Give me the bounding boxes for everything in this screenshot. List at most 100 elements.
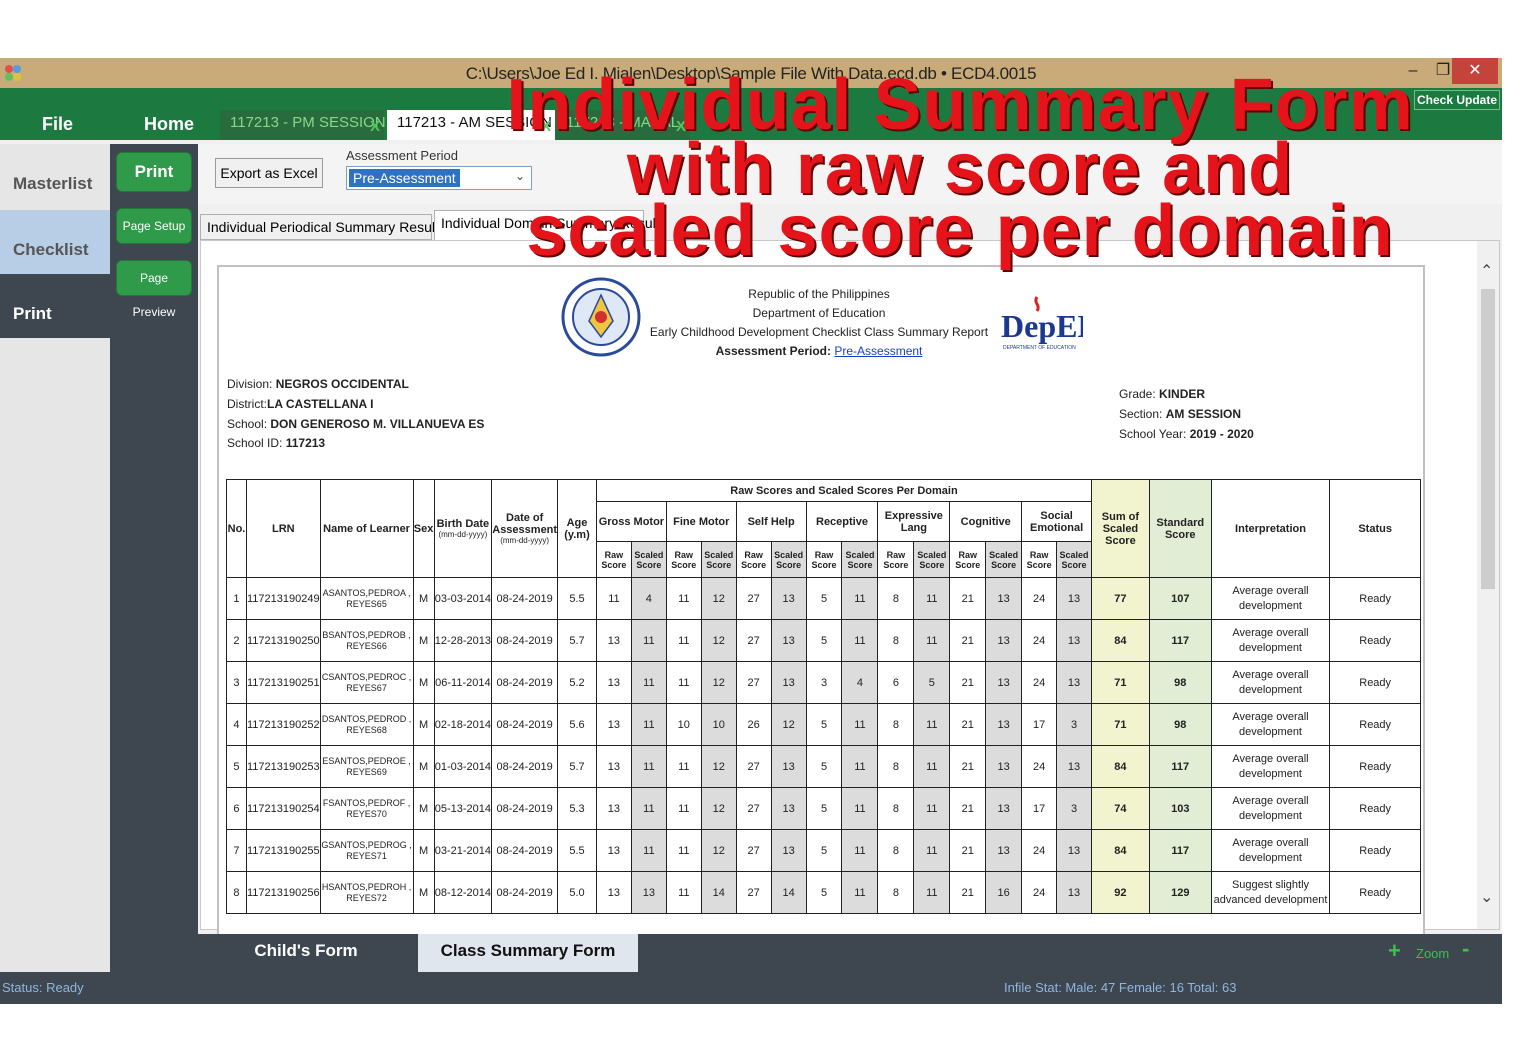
nav-print[interactable]: Print xyxy=(0,274,110,338)
scaled-score-cell: 13 xyxy=(630,871,667,914)
raw-score-cell: 13 xyxy=(595,745,632,788)
raw-score-cell: 11 xyxy=(665,745,702,788)
raw-score-cell: 27 xyxy=(735,871,772,914)
row-age: 5.5 xyxy=(557,577,597,620)
zoom-in-icon[interactable]: + xyxy=(1388,938,1401,964)
raw-score-cell: 8 xyxy=(877,787,915,830)
domain-group-header: Raw Scores and Scaled Scores Per Domain xyxy=(595,479,1093,502)
scaled-score-cell: 5 xyxy=(913,661,951,704)
col-sum: Sum of Scaled Score xyxy=(1091,479,1150,578)
scaled-score-cell: 13 xyxy=(1056,661,1093,704)
scaled-score-header: Scaled Score xyxy=(630,541,667,578)
col-sex: Sex xyxy=(412,479,435,578)
page-setup-button[interactable]: Page Setup xyxy=(116,208,192,244)
row-std: 117 xyxy=(1148,829,1212,872)
domain-gross-motor: Gross Motor xyxy=(595,501,667,542)
col-no: No. xyxy=(226,479,247,578)
tab-close-icon[interactable]: X xyxy=(370,118,380,135)
scaled-score-header: Scaled Score xyxy=(913,541,951,578)
row-lrn: 117213190250 xyxy=(245,619,321,662)
row-doa: 08-24-2019 xyxy=(491,745,559,788)
page-preview-button[interactable]: Page Preview xyxy=(116,260,192,319)
row-birth: 01-03-2014 xyxy=(433,745,493,788)
export-excel-button[interactable]: Export as Excel xyxy=(215,158,323,188)
period-link[interactable]: Pre-Assessment xyxy=(834,344,922,358)
scaled-score-cell: 11 xyxy=(841,829,879,872)
school-year-info: School Year: 2019 - 2020 xyxy=(1119,427,1254,441)
scroll-thumb[interactable] xyxy=(1481,289,1495,589)
nav-checklist[interactable]: Checklist xyxy=(0,210,110,274)
tab-childs-form[interactable]: Child's Form xyxy=(198,934,414,972)
school-id-label: School ID: xyxy=(227,436,283,450)
row-name: FSANTOS,PEDROF , REYES70 xyxy=(319,787,414,830)
row-interp: Average overall development xyxy=(1210,787,1331,830)
row-no: 8 xyxy=(226,871,247,914)
row-sum: 84 xyxy=(1091,619,1150,662)
col-age: Age (y.m) xyxy=(557,479,597,578)
menu-file[interactable]: File xyxy=(42,114,73,135)
overlay-caption-line3: scaled score per domain xyxy=(526,191,1394,271)
row-status: Ready xyxy=(1329,871,1421,914)
status-text: Status: Ready xyxy=(2,980,84,995)
section-info: Section: AM SESSION xyxy=(1119,407,1241,421)
zoom-out-icon[interactable]: - xyxy=(1462,936,1469,962)
zoom-label: Zoom xyxy=(1416,946,1450,961)
scaled-score-cell: 13 xyxy=(1056,745,1093,788)
table-row: 5 117213190253 ESANTOS,PEDROE , REYES69 M 01… xyxy=(226,745,1421,788)
raw-score-cell: 11 xyxy=(595,577,632,620)
report-page: Republic of the Philippines Department o… xyxy=(217,265,1425,935)
col-status: Status xyxy=(1329,479,1421,578)
row-lrn: 117213190255 xyxy=(245,829,321,872)
scaled-score-cell: 13 xyxy=(1056,829,1093,872)
close-button[interactable]: ✕ xyxy=(1452,58,1498,84)
scaled-score-cell: 3 xyxy=(1056,703,1093,746)
vertical-scrollbar[interactable]: ⌃ ⌄ xyxy=(1477,241,1499,929)
raw-score-cell: 24 xyxy=(1021,871,1058,914)
section-value: AM SESSION xyxy=(1165,407,1242,421)
row-lrn: 117213190252 xyxy=(245,703,321,746)
tab-class-summary-form[interactable]: Class Summary Form xyxy=(418,934,638,972)
menu-home[interactable]: Home xyxy=(144,114,194,135)
raw-score-cell: 8 xyxy=(877,829,915,872)
section-label: Section: xyxy=(1119,407,1163,421)
raw-score-cell: 21 xyxy=(949,829,987,872)
tab-periodical-summary[interactable]: Individual Periodical Summary Results xyxy=(200,214,446,240)
row-sex: M xyxy=(412,871,435,914)
row-name: GSANTOS,PEDROG , REYES71 xyxy=(319,829,414,872)
raw-score-cell: 11 xyxy=(665,829,702,872)
row-age: 5.3 xyxy=(557,787,597,830)
raw-score-cell: 21 xyxy=(949,703,987,746)
tab-label: 117213 - PM SESSION xyxy=(230,114,386,131)
row-sum: 71 xyxy=(1091,661,1150,704)
raw-score-cell: 21 xyxy=(949,661,987,704)
print-panel: Print Page Setup Page Preview xyxy=(110,144,198,972)
division-label: Division: xyxy=(227,377,273,391)
left-nav: Masterlist Checklist Print xyxy=(0,144,110,972)
row-interp: Average overall development xyxy=(1210,619,1331,662)
division-info: Division: NEGROS OCCIDENTAL xyxy=(227,377,409,391)
grade-value: KINDER xyxy=(1159,387,1206,401)
scaled-score-cell: 11 xyxy=(630,745,667,788)
scaled-score-cell: 11 xyxy=(913,619,951,662)
session-tab-pm[interactable]: 117213 - PM SESSION X xyxy=(220,110,386,140)
nav-masterlist[interactable]: Masterlist xyxy=(0,144,110,208)
domain-self-help: Self Help xyxy=(735,501,807,542)
row-birth: 08-12-2014 xyxy=(433,871,493,914)
scaled-score-cell: 3 xyxy=(1056,787,1093,830)
raw-score-header: Raw Score xyxy=(1021,541,1058,578)
print-button[interactable]: Print xyxy=(116,152,192,192)
row-sex: M xyxy=(412,745,435,788)
scaled-score-cell: 16 xyxy=(985,871,1023,914)
raw-score-cell: 13 xyxy=(595,787,632,830)
row-no: 1 xyxy=(226,577,247,620)
row-doa: 08-24-2019 xyxy=(491,661,559,704)
scaled-score-cell: 13 xyxy=(770,787,807,830)
raw-score-cell: 24 xyxy=(1021,619,1058,662)
chevron-up-icon[interactable]: ⌃ xyxy=(1480,261,1493,281)
row-sum: 84 xyxy=(1091,745,1150,788)
raw-score-cell: 21 xyxy=(949,577,987,620)
row-sex: M xyxy=(412,661,435,704)
scaled-score-cell: 11 xyxy=(913,703,951,746)
chevron-down-icon[interactable]: ⌄ xyxy=(1480,887,1493,907)
table-row: 2 117213190250 BSANTOS,PEDROB , REYES66 M 12… xyxy=(226,619,1421,662)
